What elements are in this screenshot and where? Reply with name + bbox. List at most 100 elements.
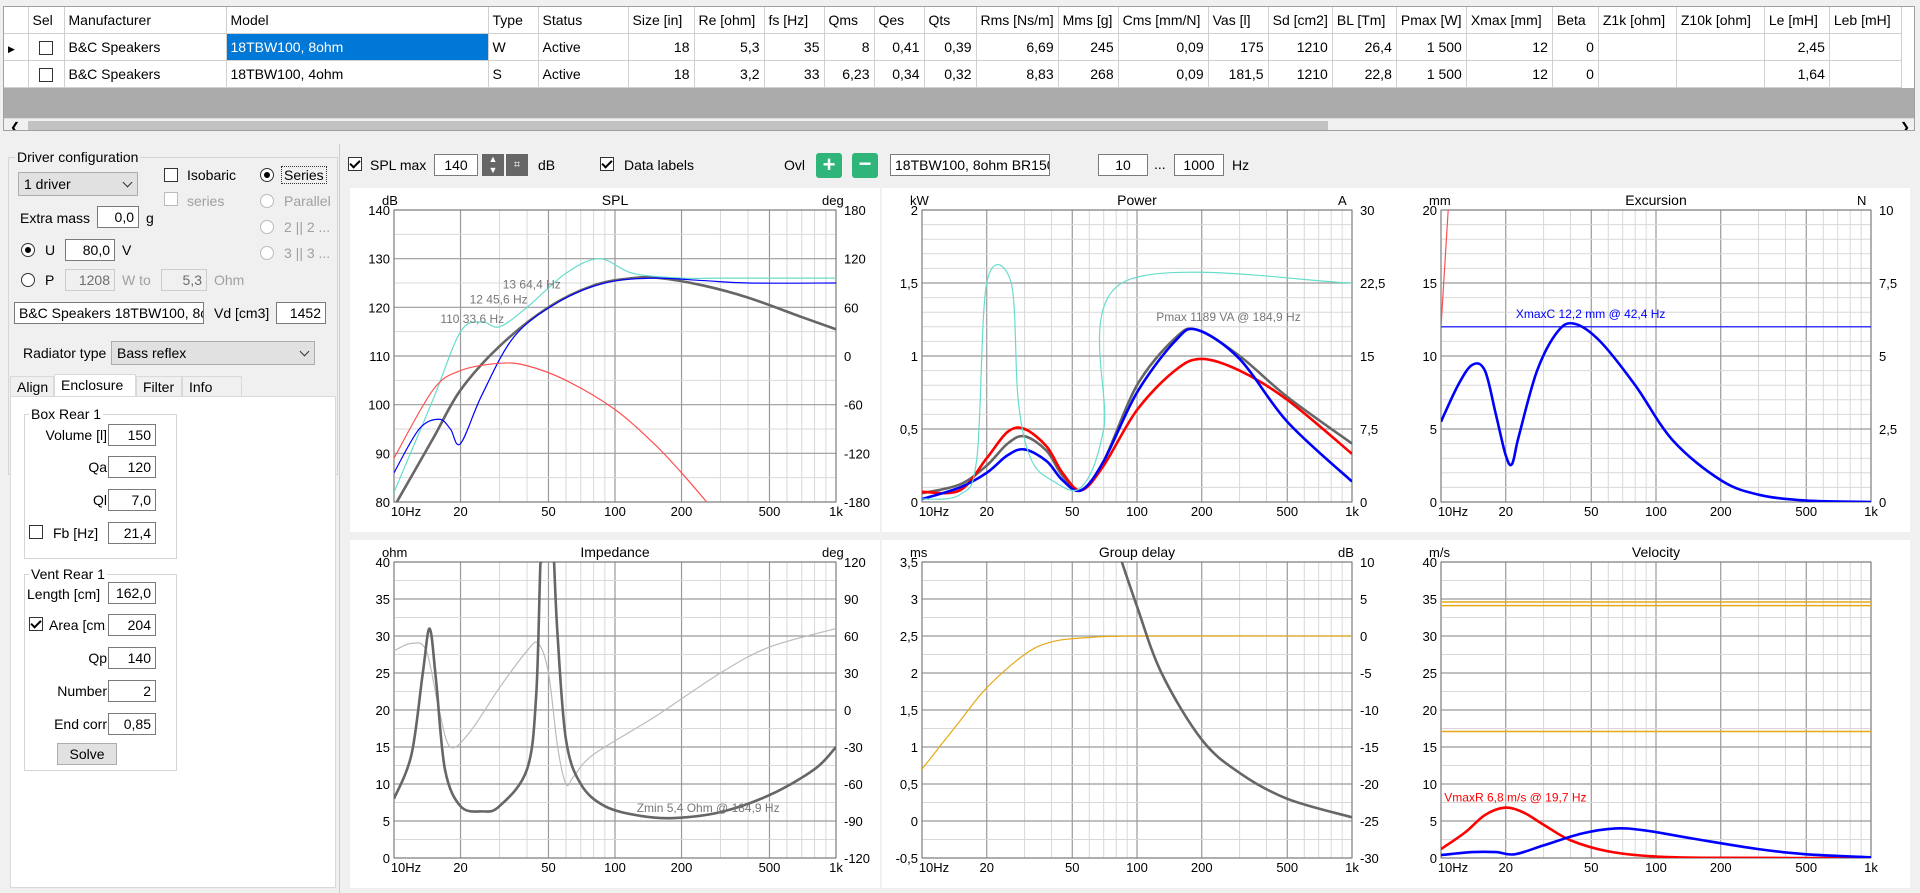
area-checkbox[interactable]: [29, 617, 43, 631]
config-3-radio[interactable]: [260, 246, 274, 260]
table-cell[interactable]: 1 500: [1396, 33, 1467, 61]
data-labels-checkbox[interactable]: [600, 157, 614, 171]
table-cell[interactable]: 8: [824, 33, 875, 61]
table-cell[interactable]: 6,69: [976, 33, 1059, 61]
table-row[interactable]: ▶ B&C Speakers 18TBW100, 8ohm W Active 18 5,3 3…: [4, 33, 1902, 61]
table-cell[interactable]: [1676, 33, 1765, 61]
power-input[interactable]: 1208: [65, 269, 115, 291]
select-checkbox[interactable]: [38, 67, 53, 82]
scroll-right-icon[interactable]: ❯: [1900, 120, 1910, 130]
table-cell[interactable]: 0: [1552, 60, 1599, 88]
table-cell[interactable]: [1829, 33, 1902, 61]
column-header[interactable]: Vas [l]: [1208, 7, 1269, 34]
column-header[interactable]: Sel: [28, 7, 65, 34]
qa-input[interactable]: 120: [108, 456, 156, 478]
table-cell[interactable]: 22,8: [1332, 60, 1397, 88]
extra-mass-input[interactable]: 0,0: [97, 206, 139, 228]
table-cell[interactable]: B&C Speakers: [64, 33, 227, 61]
table-cell[interactable]: 26,4: [1332, 33, 1397, 61]
table-cell[interactable]: 0,09: [1118, 60, 1209, 88]
table-cell[interactable]: Active: [538, 33, 629, 61]
column-header[interactable]: Xmax [mm]: [1466, 7, 1553, 34]
table-cell[interactable]: 1 500: [1396, 60, 1467, 88]
ql-input[interactable]: 7,0: [108, 489, 156, 511]
table-cell[interactable]: 0,34: [874, 60, 925, 88]
driver-name-field[interactable]: B&C Speakers 18TBW100, 8ohm: [14, 302, 204, 324]
solve-button[interactable]: Solve: [57, 743, 117, 765]
spin-down-icon[interactable]: ▼: [489, 165, 498, 175]
column-header[interactable]: Beta: [1552, 7, 1599, 34]
column-header[interactable]: Leb [mH]: [1829, 7, 1902, 34]
table-cell[interactable]: 18TBW100, 4ohm: [226, 60, 489, 88]
column-header[interactable]: Qes: [874, 7, 925, 34]
config-2-radio[interactable]: [260, 220, 274, 234]
table-cell[interactable]: 1210: [1268, 33, 1333, 61]
column-header[interactable]: Pmax [W]: [1396, 7, 1467, 34]
tab-info[interactable]: Info: [182, 376, 242, 396]
volume-input[interactable]: 150: [108, 424, 156, 446]
design-name-field[interactable]: 18TBW100, 8ohm BR150: [890, 154, 1050, 176]
column-header[interactable]: Type: [488, 7, 539, 34]
table-cell[interactable]: 18: [628, 60, 695, 88]
column-header[interactable]: Status: [538, 7, 629, 34]
spl-max-spinner[interactable]: ▲ ▼: [482, 154, 504, 176]
tab-align[interactable]: Align: [10, 376, 54, 396]
column-header[interactable]: BL [Tm]: [1332, 7, 1397, 34]
voltage-radio[interactable]: [21, 243, 35, 257]
tab-enclosure[interactable]: Enclosure: [54, 374, 136, 397]
table-cell[interactable]: [1598, 60, 1677, 88]
column-header[interactable]: Manufacturer: [64, 7, 227, 34]
table-cell[interactable]: 0,09: [1118, 33, 1209, 61]
row-indicator[interactable]: ▶: [4, 33, 29, 61]
length-input[interactable]: 162,0: [108, 582, 156, 604]
column-header[interactable]: Re [ohm]: [694, 7, 765, 34]
table-cell[interactable]: 0,32: [924, 60, 977, 88]
table-cell[interactable]: 2,45: [1764, 33, 1830, 61]
column-header[interactable]: Model: [226, 7, 489, 34]
freq-high-input[interactable]: 1000: [1174, 154, 1224, 176]
table-cell[interactable]: [1598, 33, 1677, 61]
parallel-radio[interactable]: [260, 194, 274, 208]
fb-checkbox[interactable]: [29, 525, 43, 539]
series-radio[interactable]: [260, 168, 274, 182]
spin-up-icon[interactable]: ▲: [489, 154, 498, 164]
fb-input[interactable]: 21,4: [108, 522, 156, 544]
end-correction-input[interactable]: 0,85: [108, 713, 156, 735]
column-header[interactable]: Mms [g]: [1058, 7, 1119, 34]
driver-count-select[interactable]: 1 driver: [18, 172, 138, 196]
area-input[interactable]: 204: [108, 614, 156, 636]
power-radio[interactable]: [21, 273, 35, 287]
select-checkbox[interactable]: [38, 40, 53, 55]
overlay-add-icon[interactable]: +: [816, 153, 842, 178]
column-header[interactable]: Le [mH]: [1764, 7, 1830, 34]
table-cell[interactable]: 12: [1466, 33, 1553, 61]
table-cell[interactable]: 1,64: [1764, 60, 1830, 88]
table-cell[interactable]: 8,83: [976, 60, 1059, 88]
isobaric-checkbox[interactable]: [164, 168, 178, 182]
table-row[interactable]: B&C Speakers 18TBW100, 4ohm S Active 18 3,2 33…: [4, 60, 1902, 88]
column-header[interactable]: Qts: [924, 7, 977, 34]
table-cell[interactable]: 175: [1208, 33, 1269, 61]
table-cell[interactable]: B&C Speakers: [64, 60, 227, 88]
scrollbar-thumb[interactable]: [28, 121, 1328, 130]
table-cell[interactable]: 0,41: [874, 33, 925, 61]
column-header[interactable]: Cms [mm/N]: [1118, 7, 1209, 34]
table-cell[interactable]: 181,5: [1208, 60, 1269, 88]
column-header[interactable]: fs [Hz]: [764, 7, 825, 34]
freq-low-input[interactable]: 10: [1098, 154, 1148, 176]
table-cell[interactable]: 18TBW100, 8ohm: [226, 33, 489, 61]
iso-series-checkbox[interactable]: [164, 192, 178, 206]
table-cell[interactable]: 245: [1058, 33, 1119, 61]
table-cell[interactable]: [1829, 60, 1902, 88]
overlay-remove-icon[interactable]: −: [852, 153, 878, 178]
table-cell[interactable]: 5,3: [694, 33, 765, 61]
number-input[interactable]: 2: [108, 680, 156, 702]
table-cell[interactable]: 0,39: [924, 33, 977, 61]
radiator-type-select[interactable]: Bass reflex: [111, 341, 315, 365]
table-cell[interactable]: 33: [764, 60, 825, 88]
scroll-left-icon[interactable]: ❮: [10, 120, 20, 130]
table-cell[interactable]: 268: [1058, 60, 1119, 88]
table-cell[interactable]: 12: [1466, 60, 1553, 88]
vd-input[interactable]: 1452: [276, 302, 326, 324]
table-cell[interactable]: 18: [628, 33, 695, 61]
